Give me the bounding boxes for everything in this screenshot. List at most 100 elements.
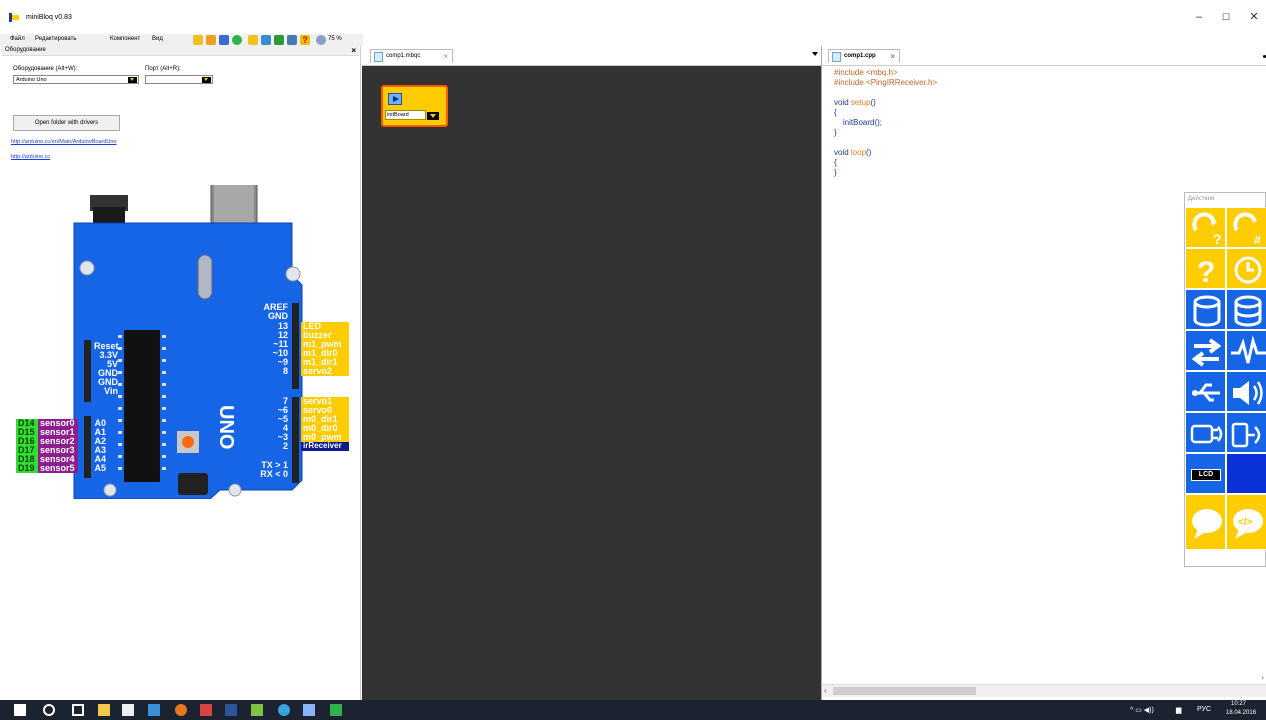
notifications-icon[interactable]: ▆ — [1176, 706, 1181, 714]
lcd-tile[interactable]: LCD — [1185, 453, 1226, 494]
app-icon[interactable] — [278, 704, 290, 716]
close-button[interactable]: ✕ — [1244, 10, 1264, 24]
digital-write-tile[interactable] — [1185, 330, 1226, 371]
svg-text:#: # — [1254, 233, 1261, 247]
zoom-level[interactable]: 75 % — [328, 36, 342, 42]
variable-tile[interactable] — [1185, 289, 1226, 330]
close-panel-icon[interactable]: × — [351, 46, 356, 55]
file-icon — [832, 52, 841, 62]
minibloq-logo-icon — [9, 13, 19, 22]
program-canvas[interactable]: comp1.mbqc × initBoard — [362, 46, 821, 700]
board-select-value: Arduino Uno — [16, 77, 47, 83]
serial-tile[interactable] — [1185, 371, 1226, 412]
minimize-button[interactable]: – — [1189, 10, 1209, 24]
chevron-down-icon[interactable] — [427, 112, 439, 120]
usb-icon — [1192, 383, 1220, 402]
book-icon[interactable] — [274, 35, 284, 45]
play-icon — [388, 93, 402, 105]
set-variable-tile[interactable] — [1226, 289, 1266, 330]
clock-date[interactable]: 18.04.2016 — [1226, 710, 1256, 716]
open-file-icon[interactable] — [206, 35, 216, 45]
code-line: initBoard(); — [834, 118, 883, 127]
tab-comp1-cpp[interactable]: comp1.cpp × — [828, 49, 900, 63]
save-icon[interactable] — [219, 35, 229, 45]
pin-label: A5 — [94, 463, 106, 473]
board-label: Оборудование (Alt+W): — [13, 66, 78, 72]
comment-tile[interactable] — [1185, 494, 1226, 550]
horizontal-scrollbar[interactable]: ‹ › — [822, 673, 1266, 697]
analog-write-tile[interactable] — [1226, 330, 1266, 371]
svg-text:</>: </> — [1238, 517, 1253, 528]
loop-count-tile[interactable]: # — [1226, 207, 1266, 248]
open-folder-button[interactable]: Open folder with drivers — [13, 115, 120, 131]
scroll-left-icon[interactable]: ‹ — [824, 686, 827, 695]
word-icon[interactable] — [225, 704, 237, 716]
component-label-servo2[interactable]: servo2 — [301, 367, 349, 376]
digital-alias-label: D19 — [16, 464, 38, 473]
component-label-sensor5[interactable]: sensor5 — [38, 464, 78, 473]
browser-icon[interactable] — [175, 704, 187, 716]
database-icon — [1193, 295, 1221, 327]
menu-view[interactable]: Вид — [152, 36, 163, 42]
file-explorer-icon[interactable] — [98, 704, 110, 716]
component-label-irreceiver[interactable]: irReceiver — [301, 441, 349, 451]
hardware-panel-title: Оборудование — [5, 47, 46, 53]
edit-icon[interactable] — [261, 35, 271, 45]
build-icon[interactable] — [248, 35, 258, 45]
file-icon — [374, 52, 383, 62]
task-view-icon[interactable] — [72, 704, 84, 716]
menu-edit[interactable]: Редактировать — [35, 36, 76, 42]
tab-comp1-mbqc[interactable]: comp1.mbqc × — [370, 49, 453, 63]
hardware-panel-header: Оборудование × — [2, 46, 359, 56]
taskbar: ^ ▭ ◀)) ▆ РУС 10:27 18.04.2016 — [0, 700, 1266, 720]
menu-file[interactable]: Файл — [10, 36, 25, 42]
board-select[interactable]: Arduino Uno — [13, 75, 139, 84]
pin-label: Vin — [104, 386, 118, 396]
arduino-site-link[interactable]: http://arduino.cc — [11, 154, 50, 160]
photos-icon[interactable] — [148, 704, 160, 716]
new-file-icon[interactable] — [193, 35, 203, 45]
code-line: { — [834, 108, 837, 117]
run-icon[interactable] — [232, 35, 242, 45]
loop-while-tile[interactable]: ? — [1185, 207, 1226, 248]
minibloq-taskbar-icon[interactable] — [330, 704, 342, 716]
close-icon[interactable]: × — [443, 50, 448, 63]
terminal-icon[interactable] — [287, 35, 297, 45]
scroll-right-icon[interactable]: › — [1261, 673, 1264, 682]
tray-icons[interactable]: ^ ▭ ◀)) — [1130, 706, 1154, 714]
app-icon[interactable] — [200, 704, 212, 716]
motor-tile[interactable] — [1185, 412, 1226, 453]
maximize-button[interactable]: ☐ — [1216, 10, 1236, 24]
zoom-icon[interactable] — [316, 35, 326, 45]
speaker-icon — [1233, 381, 1263, 405]
search-icon[interactable] — [43, 704, 55, 716]
app-icon[interactable] — [303, 704, 315, 716]
motor-icon — [1190, 424, 1223, 444]
tone-tile[interactable] — [1226, 371, 1266, 412]
loop-icon: ? — [1192, 212, 1222, 247]
close-icon[interactable]: × — [890, 50, 895, 63]
clock-time[interactable]: 10:27 — [1231, 701, 1246, 707]
language-indicator[interactable]: РУС — [1197, 706, 1211, 713]
block-label: initBoard — [385, 110, 426, 120]
code-comment-tile[interactable]: </> — [1226, 494, 1266, 550]
port-select[interactable] — [145, 75, 213, 84]
windows-start-icon[interactable] — [14, 704, 26, 716]
question-icon: ? — [1197, 256, 1215, 289]
chevron-down-icon[interactable] — [812, 52, 818, 56]
servo-tile[interactable] — [1226, 412, 1266, 453]
code-tab-bar: comp1.cpp × — [822, 46, 1266, 66]
scrollbar-thumb[interactable] — [833, 687, 976, 695]
app-icon[interactable] — [251, 704, 263, 716]
code-line: } — [834, 128, 837, 137]
if-tile[interactable]: ? — [1185, 248, 1226, 289]
pin-label: 2 — [282, 441, 288, 451]
code-line: void setup() — [834, 98, 876, 107]
arduino-uno-link[interactable]: http://arduino.cc/en/Main/ArduinoBoardUn… — [11, 139, 116, 145]
arrows-icon — [1191, 338, 1222, 367]
menu-component[interactable]: Компонент — [110, 36, 140, 42]
help-icon[interactable]: ? — [300, 35, 310, 45]
initboard-block[interactable]: initBoard — [381, 85, 448, 127]
store-icon[interactable] — [122, 704, 134, 716]
delay-tile[interactable] — [1226, 248, 1266, 289]
